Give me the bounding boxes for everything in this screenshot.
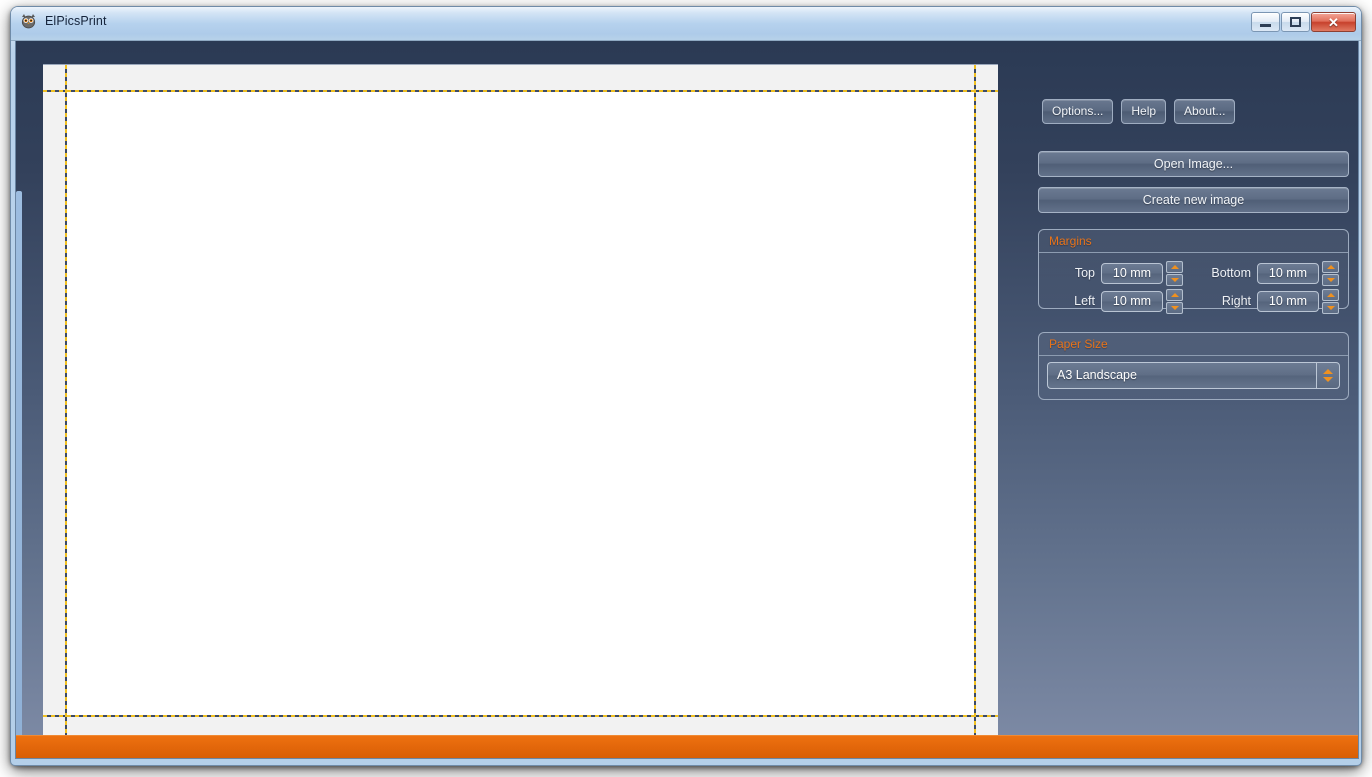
margins-group-title: Margins bbox=[1039, 230, 1348, 253]
title-bar[interactable]: ElPicsPrint ✕ bbox=[11, 7, 1361, 41]
create-new-image-button[interactable]: Create new image bbox=[1038, 187, 1349, 213]
margin-right-increment-button[interactable] bbox=[1322, 288, 1339, 301]
window-title: ElPicsPrint bbox=[45, 14, 107, 28]
vertical-scroll-rail[interactable] bbox=[16, 191, 22, 758]
chevron-down-icon bbox=[1326, 277, 1335, 282]
margin-top-stepper bbox=[1166, 260, 1183, 286]
client-area: Options... Help About... Open Image... C… bbox=[15, 41, 1359, 759]
paper-size-group-title: Paper Size bbox=[1039, 333, 1348, 356]
title-bar-left-group: ElPicsPrint bbox=[20, 13, 107, 30]
margin-top-label: Top bbox=[1074, 266, 1095, 280]
margin-bottom-decrement-button[interactable] bbox=[1322, 273, 1339, 286]
minimize-button[interactable] bbox=[1251, 12, 1280, 32]
margin-top-increment-button[interactable] bbox=[1166, 260, 1183, 273]
margin-bottom-input[interactable]: 10 mm bbox=[1257, 262, 1319, 284]
margin-right-input[interactable]: 10 mm bbox=[1257, 290, 1319, 312]
margin-bottom-increment-button[interactable] bbox=[1322, 260, 1339, 273]
status-bar bbox=[16, 735, 1358, 758]
margin-top-input[interactable]: 10 mm bbox=[1101, 262, 1163, 284]
close-icon: ✕ bbox=[1328, 14, 1339, 30]
margin-left-label: Left bbox=[1074, 294, 1095, 308]
application-window: ElPicsPrint ✕ Options... Help About... O… bbox=[10, 6, 1362, 766]
help-button[interactable]: Help bbox=[1121, 99, 1167, 124]
margin-left-increment-button[interactable] bbox=[1166, 288, 1183, 301]
margin-guide-left bbox=[65, 65, 67, 736]
margin-row-left-right: Left 10 mm Right 10 mm bbox=[1047, 287, 1340, 315]
paper-size-select[interactable]: A3 Landscape bbox=[1047, 362, 1340, 389]
control-panel: Options... Help About... Open Image... C… bbox=[1026, 51, 1351, 431]
margin-guide-right bbox=[974, 65, 976, 736]
chevron-down-icon bbox=[1170, 277, 1179, 282]
paper-size-stepper[interactable] bbox=[1316, 362, 1340, 389]
margins-group-body: Top 10 mm Bottom 10 mm Left 10 mm Right … bbox=[1039, 253, 1348, 323]
margin-left-stepper bbox=[1166, 288, 1183, 314]
desktop-backdrop: ElPicsPrint ✕ Options... Help About... O… bbox=[0, 0, 1372, 777]
paper-size-value[interactable]: A3 Landscape bbox=[1047, 362, 1316, 389]
chevron-up-icon bbox=[1323, 369, 1333, 374]
chevron-down-icon bbox=[1170, 305, 1179, 310]
close-button[interactable]: ✕ bbox=[1311, 12, 1356, 32]
chevron-up-icon bbox=[1170, 264, 1179, 269]
chevron-up-icon bbox=[1326, 292, 1335, 297]
margin-left-input[interactable]: 10 mm bbox=[1101, 290, 1163, 312]
about-button[interactable]: About... bbox=[1174, 99, 1236, 124]
margin-left-decrement-button[interactable] bbox=[1166, 301, 1183, 314]
window-controls: ✕ bbox=[1251, 12, 1356, 32]
options-button[interactable]: Options... bbox=[1042, 99, 1114, 124]
paper-size-group-body: A3 Landscape bbox=[1039, 356, 1348, 397]
margin-guide-bottom bbox=[43, 715, 998, 717]
margins-group: Margins Top 10 mm Bottom 10 mm Left 10 m… bbox=[1038, 229, 1349, 314]
chevron-down-icon bbox=[1323, 377, 1333, 382]
margin-bottom-stepper bbox=[1322, 260, 1339, 286]
chevron-up-icon bbox=[1326, 264, 1335, 269]
margin-bottom-label: Bottom bbox=[1211, 266, 1251, 280]
maximize-button[interactable] bbox=[1281, 12, 1310, 32]
utility-button-row: Options... Help About... bbox=[1042, 99, 1236, 124]
margin-row-top-bottom: Top 10 mm Bottom 10 mm bbox=[1047, 259, 1340, 287]
margin-right-label: Right bbox=[1221, 294, 1251, 308]
open-image-button[interactable]: Open Image... bbox=[1038, 151, 1349, 177]
margin-guide-top bbox=[43, 90, 998, 92]
paper-size-group: Paper Size A3 Landscape bbox=[1038, 332, 1349, 400]
minimize-icon bbox=[1260, 24, 1271, 27]
chevron-down-icon bbox=[1326, 305, 1335, 310]
owl-icon bbox=[20, 13, 37, 30]
print-preview-canvas[interactable] bbox=[43, 64, 998, 736]
maximize-icon bbox=[1290, 17, 1301, 27]
margin-right-decrement-button[interactable] bbox=[1322, 301, 1339, 314]
chevron-up-icon bbox=[1170, 292, 1179, 297]
page-sheet[interactable] bbox=[65, 90, 975, 715]
margin-top-decrement-button[interactable] bbox=[1166, 273, 1183, 286]
margin-right-stepper bbox=[1322, 288, 1339, 314]
